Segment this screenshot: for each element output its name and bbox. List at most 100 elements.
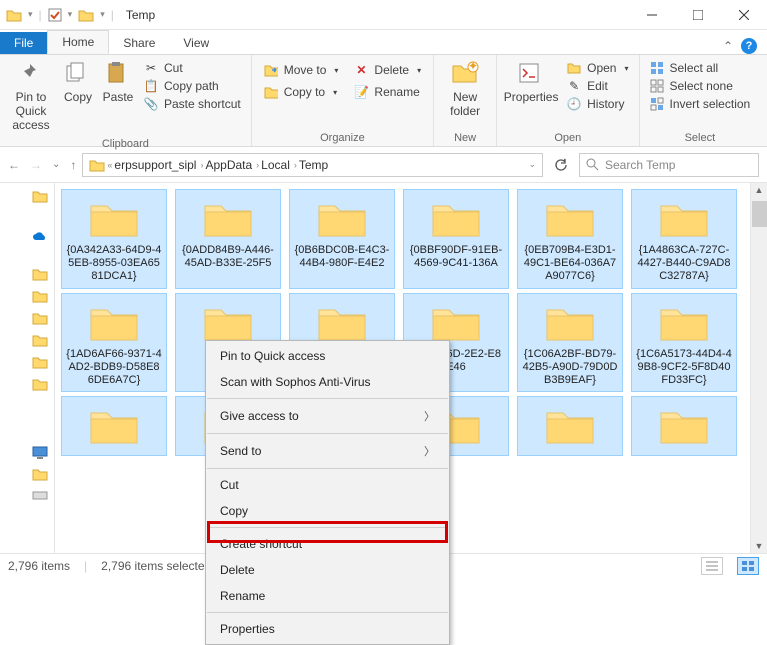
group-select: Select all Select none Invert selection … [640, 55, 761, 146]
cm-copy[interactable]: Copy [206, 498, 449, 524]
nav-pane[interactable] [0, 183, 55, 553]
folder-icon[interactable] [32, 467, 48, 483]
drive-icon[interactable] [32, 489, 48, 505]
folder-icon[interactable] [32, 355, 48, 371]
folder-icon[interactable] [32, 333, 48, 349]
item-count: 2,796 items [8, 559, 70, 573]
chevron-right-icon: 〉 [424, 443, 435, 459]
cm-create-shortcut[interactable]: Create shortcut [206, 531, 449, 557]
invert-selection-button[interactable]: Invert selection [650, 97, 751, 111]
cm-sophos[interactable]: Scan with Sophos Anti-Virus [206, 369, 449, 395]
rename-icon: 📝 [354, 85, 368, 99]
scrollbar-thumb[interactable] [752, 201, 767, 227]
select-none-button[interactable]: Select none [650, 79, 751, 93]
cm-give-access[interactable]: Give access to〉 [206, 402, 449, 430]
rename-button[interactable]: 📝Rename [354, 85, 421, 99]
close-button[interactable] [721, 0, 767, 30]
scroll-up-icon[interactable]: ▲ [755, 185, 764, 195]
folder-icon[interactable] [32, 289, 48, 305]
breadcrumb-segment[interactable]: Local [261, 158, 290, 172]
details-view-button[interactable] [701, 557, 723, 575]
copy-to-button[interactable]: Copy to▾ [264, 85, 339, 99]
paste-shortcut-button[interactable]: 📎Paste shortcut [144, 97, 241, 111]
up-button[interactable]: ↑ [70, 158, 76, 172]
move-to-icon [264, 63, 278, 77]
tab-file[interactable]: File [0, 32, 47, 54]
move-to-button[interactable]: Move to▾ [264, 63, 339, 77]
folder-item[interactable]: {0BBF90DF-91EB-4569-9C41-136A [403, 189, 509, 289]
group-clipboard: Pin to Quick access Copy Paste ✂Cut 📋Cop… [0, 55, 252, 146]
maximize-button[interactable] [675, 0, 721, 30]
cm-cut[interactable]: Cut [206, 472, 449, 498]
copy-button[interactable]: Copy [58, 57, 98, 109]
folder-item[interactable]: {0B6BDC0B-E4C3-44B4-980F-E4E2 [289, 189, 395, 289]
cm-send-to[interactable]: Send to〉 [206, 437, 449, 465]
folder-item[interactable]: {1C6A5173-44D4-49B8-9CF2-5F8D40FD33FC} [631, 293, 737, 393]
history-button[interactable]: 🕘History [567, 97, 628, 111]
breadcrumb[interactable]: « erpsupport_sipl› AppData› Local› Temp … [82, 153, 543, 177]
titlebar: ▾ | ▾ ▾ | Temp [0, 0, 767, 30]
cm-pin[interactable]: Pin to Quick access [206, 343, 449, 369]
folder-item[interactable] [517, 396, 623, 456]
tab-view[interactable]: View [169, 32, 223, 54]
forward-button[interactable]: → [30, 158, 42, 172]
group-organize: Move to▾ Copy to▾ ✕Delete▾ 📝Rename Organ… [252, 55, 434, 146]
folder-icon[interactable] [32, 267, 48, 283]
folder-icon[interactable] [32, 377, 48, 393]
scroll-down-icon[interactable]: ▼ [755, 541, 764, 551]
folder-item[interactable]: {0A342A33-64D9-45EB-8955-03EA6581DCA1} [61, 189, 167, 289]
paste-button[interactable]: Paste [98, 57, 138, 109]
folder-item[interactable]: {0ADD84B9-A446-45AD-B33E-25F5 [175, 189, 281, 289]
recent-dropdown[interactable]: ⌄ [52, 159, 60, 170]
folder-item[interactable]: {0EB709B4-E3D1-49C1-BE64-036A7A9077C6} [517, 189, 623, 289]
delete-button[interactable]: ✕Delete▾ [354, 63, 421, 77]
help-icon[interactable]: ? [741, 38, 757, 54]
cm-properties[interactable]: Properties [206, 616, 449, 642]
select-none-icon [650, 79, 664, 93]
back-button[interactable]: ← [8, 158, 20, 172]
cm-delete[interactable]: Delete [206, 557, 449, 583]
minimize-button[interactable] [629, 0, 675, 30]
search-input[interactable]: Search Temp [579, 153, 759, 177]
select-all-button[interactable]: Select all [650, 61, 751, 75]
pin-to-quick-access-button[interactable]: Pin to Quick access [4, 57, 58, 136]
vertical-scrollbar[interactable]: ▲ ▼ [750, 183, 767, 553]
edit-button[interactable]: ✎Edit [567, 79, 628, 93]
breadcrumb-segment[interactable]: erpsupport_sipl [114, 158, 196, 172]
group-label: New [438, 130, 492, 146]
this-pc-icon[interactable] [32, 445, 48, 461]
folder-icon [540, 194, 600, 242]
folder-item[interactable] [631, 396, 737, 456]
large-icons-view-button[interactable] [737, 557, 759, 575]
refresh-button[interactable] [549, 153, 573, 177]
qat-checkbox-icon[interactable] [48, 8, 62, 22]
quick-access-icon[interactable] [32, 189, 48, 205]
folder-item[interactable] [61, 396, 167, 456]
qat-overflow-icon[interactable]: ▾ [100, 9, 105, 20]
properties-button[interactable]: Properties [501, 57, 561, 109]
folder-icon [198, 194, 258, 242]
new-folder-button[interactable]: ✦ New folder [438, 57, 492, 123]
folder-icon[interactable] [32, 311, 48, 327]
qat-dropdown-icon[interactable]: ▾ [68, 9, 73, 20]
cut-button[interactable]: ✂Cut [144, 61, 241, 75]
open-button[interactable]: Open▾ [567, 61, 628, 75]
folder-item[interactable]: {1AD6AF66-9371-4AD2-BDB9-D58E86DE6A7C} [61, 293, 167, 393]
tab-share[interactable]: Share [109, 32, 169, 54]
folder-icon [540, 401, 600, 449]
folder-item[interactable]: {1A4863CA-727C-4427-B440-C9AD8C32787A} [631, 189, 737, 289]
folder-item[interactable]: {1C06A2BF-BD79-42B5-A90D-79D0DB3B9EAF} [517, 293, 623, 393]
qat-dropdown-icon[interactable]: ▾ [28, 9, 33, 20]
folder-icon [426, 194, 486, 242]
onedrive-icon[interactable] [32, 231, 48, 247]
folder-icon [312, 298, 372, 346]
cm-rename[interactable]: Rename [206, 583, 449, 609]
tab-home[interactable]: Home [47, 30, 109, 54]
copy-path-button[interactable]: 📋Copy path [144, 79, 241, 93]
breadcrumb-dropdown[interactable]: ⌄ [528, 159, 536, 170]
navigation-bar: ← → ⌄ ↑ « erpsupport_sipl› AppData› Loca… [0, 147, 767, 183]
chevron-up-icon[interactable]: ⌃ [723, 39, 733, 53]
group-open: Properties Open▾ ✎Edit 🕘History Open [497, 55, 639, 146]
breadcrumb-segment[interactable]: AppData [205, 158, 252, 172]
breadcrumb-segment[interactable]: Temp [299, 158, 328, 172]
